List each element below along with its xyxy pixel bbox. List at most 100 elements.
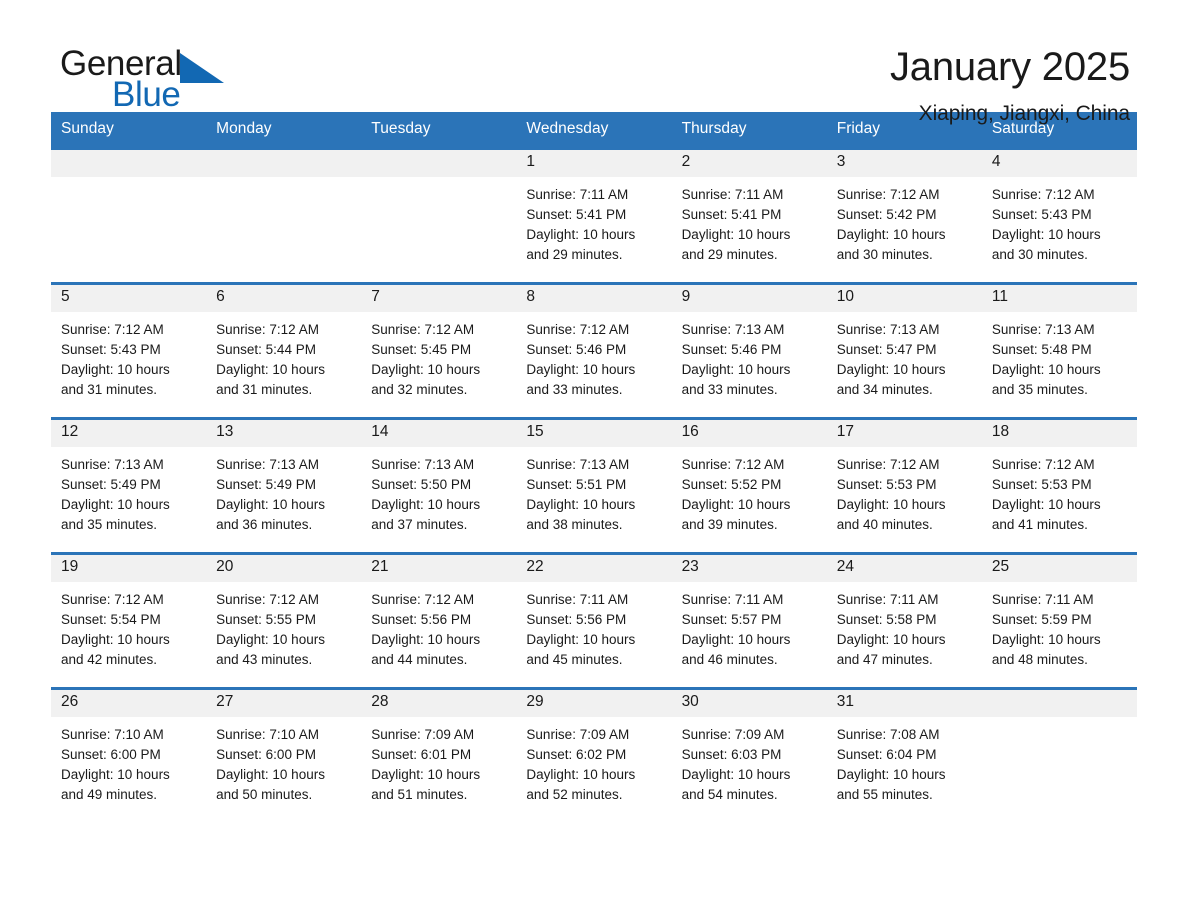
day-sunset-text: Sunset: 5:56 PM: [371, 612, 472, 627]
calendar-day-cell[interactable]: 20 Sunrise: 7:12 AM Sunset: 5:55 PM Dayligh…: [206, 552, 362, 689]
day-daylight-line2-text: and 35 minutes.: [991, 382, 1088, 397]
day-sunset-text: Sunset: 6:00 PM: [216, 747, 316, 762]
title-block: January 2025 Xiaping, Jiangxi, China: [890, 46, 1137, 126]
calendar-day-cell[interactable]: 28 Sunrise: 7:09 AM Sunset: 6:01 PM Dayligh…: [361, 687, 517, 824]
calendar-day-cell[interactable]: 21 Sunrise: 7:12 AM Sunset: 5:56 PM Dayligh…: [361, 552, 517, 689]
day-daylight-line1-text: Daylight: 10 hours: [991, 227, 1101, 242]
day-daylight-line1-text: Daylight: 10 hours: [991, 497, 1101, 512]
day-daylight-line1-text: Daylight: 10 hours: [681, 767, 791, 782]
calendar-day-cell[interactable]: 22 Sunrise: 7:11 AM Sunset: 5:56 PM Dayligh…: [516, 552, 672, 689]
day-number: 23: [671, 555, 827, 582]
calendar-day-cell[interactable]: 26 Sunrise: 7:10 AM Sunset: 6:00 PM Dayligh…: [51, 687, 207, 824]
day-details: Sunrise: 7:12 AM Sunset: 5:45 PM Daylight:…: [361, 312, 516, 400]
day-daylight-line1-text: Daylight: 10 hours: [526, 632, 636, 647]
calendar-day-cell[interactable]: 4 Sunrise: 7:12 AM Sunset: 5:43 PM Daylight…: [981, 147, 1137, 284]
day-daylight-line2-text: and 31 minutes.: [216, 382, 313, 397]
day-details: Sunrise: 7:11 AM Sunset: 5:41 PM Daylight:…: [672, 177, 827, 265]
day-daylight-line1-text: Daylight: 10 hours: [371, 362, 481, 377]
calendar-day-cell[interactable]: 14 Sunrise: 7:13 AM Sunset: 5:50 PM Dayligh…: [361, 417, 517, 554]
calendar-day-cell[interactable]: 8 Sunrise: 7:12 AM Sunset: 5:46 PM Daylight…: [516, 282, 672, 419]
day-sunset-text: Sunset: 5:43 PM: [61, 342, 161, 357]
calendar-day-cell[interactable]: 1 Sunrise: 7:11 AM Sunset: 5:41 PM Daylight…: [516, 147, 672, 284]
calendar-day-cell[interactable]: 2 Sunrise: 7:11 AM Sunset: 5:41 PM Daylight…: [671, 147, 827, 284]
calendar-grid: Sunday Monday Tuesday Wednesday Thursday Frid…: [51, 112, 1137, 824]
calendar-day-cell[interactable]: 9 Sunrise: 7:13 AM Sunset: 5:46 PM Daylight…: [671, 282, 827, 419]
calendar-day-cell[interactable]: 29 Sunrise: 7:09 AM Sunset: 6:02 PM Dayligh…: [516, 687, 672, 824]
day-number: [981, 690, 1137, 717]
day-number: 6: [206, 285, 362, 312]
calendar-day-cell[interactable]: 3 Sunrise: 7:12 AM Sunset: 5:42 PM Daylight…: [826, 147, 982, 284]
calendar-day-cell[interactable]: 19 Sunrise: 7:12 AM Sunset: 5:54 PM Dayligh…: [51, 552, 207, 689]
day-number: 27: [206, 690, 362, 717]
day-sunset-text: Sunset: 5:53 PM: [836, 477, 937, 492]
calendar-day-cell[interactable]: 27 Sunrise: 7:10 AM Sunset: 6:00 PM Dayligh…: [206, 687, 362, 824]
day-details: Sunrise: 7:11 AM Sunset: 5:57 PM Daylight:…: [672, 582, 827, 670]
calendar-day-cell[interactable]: 31 Sunrise: 7:08 AM Sunset: 6:04 PM Dayligh…: [826, 687, 982, 824]
day-sunset-text: Sunset: 5:42 PM: [836, 207, 937, 222]
calendar-day-cell[interactable]: 5 Sunrise: 7:12 AM Sunset: 5:43 PM Daylight…: [51, 282, 207, 419]
day-sunset-text: Sunset: 5:43 PM: [991, 207, 1092, 222]
day-daylight-line2-text: and 52 minutes.: [526, 787, 623, 802]
day-details: Sunrise: 7:09 AM Sunset: 6:02 PM Daylight:…: [516, 717, 671, 805]
calendar-day-cell[interactable]: 30 Sunrise: 7:09 AM Sunset: 6:03 PM Dayligh…: [671, 687, 827, 824]
calendar-day-cell[interactable]: 17 Sunrise: 7:12 AM Sunset: 5:53 PM Dayligh…: [826, 417, 982, 554]
day-details: Sunrise: 7:10 AM Sunset: 6:00 PM Daylight:…: [206, 717, 361, 805]
day-number: [361, 150, 517, 177]
day-sunset-text: Sunset: 5:47 PM: [836, 342, 937, 357]
day-sunset-text: Sunset: 5:53 PM: [991, 477, 1092, 492]
calendar-day-cell[interactable]: 6 Sunrise: 7:12 AM Sunset: 5:44 PM Daylight…: [206, 282, 362, 419]
day-daylight-line1-text: Daylight: 10 hours: [526, 362, 636, 377]
day-number: 19: [51, 555, 207, 582]
day-details: Sunrise: 7:12 AM Sunset: 5:46 PM Daylight:…: [516, 312, 671, 400]
day-sunset-text: Sunset: 5:59 PM: [991, 612, 1092, 627]
calendar-day-cell[interactable]: 12 Sunrise: 7:13 AM Sunset: 5:49 PM Dayligh…: [51, 417, 207, 554]
day-details: Sunrise: 7:13 AM Sunset: 5:50 PM Daylight:…: [361, 447, 516, 535]
day-sunset-text: Sunset: 5:58 PM: [836, 612, 937, 627]
day-number: 13: [206, 420, 362, 447]
calendar-day-cell[interactable]: 25 Sunrise: 7:11 AM Sunset: 5:59 PM Dayligh…: [981, 552, 1137, 689]
calendar-day-cell[interactable]: 23 Sunrise: 7:11 AM Sunset: 5:57 PM Dayligh…: [671, 552, 827, 689]
calendar-day-cell[interactable]: 11 Sunrise: 7:13 AM Sunset: 5:48 PM Dayligh…: [981, 282, 1137, 419]
day-daylight-line2-text: and 33 minutes.: [526, 382, 623, 397]
day-sunset-text: Sunset: 5:44 PM: [216, 342, 316, 357]
calendar-table: Sunday Monday Tuesday Wednesday Thursday Frid…: [51, 112, 1137, 824]
day-details: Sunrise: 7:12 AM Sunset: 5:43 PM Daylight:…: [982, 177, 1137, 265]
calendar-day-cell[interactable]: 15 Sunrise: 7:13 AM Sunset: 5:51 PM Dayligh…: [516, 417, 672, 554]
day-sunset-text: Sunset: 5:54 PM: [61, 612, 161, 627]
calendar-day-cell[interactable]: 7 Sunrise: 7:12 AM Sunset: 5:45 PM Daylight…: [361, 282, 517, 419]
calendar-day-cell[interactable]: 13 Sunrise: 7:13 AM Sunset: 5:49 PM Dayligh…: [206, 417, 362, 554]
calendar-day-cell[interactable]: 16 Sunrise: 7:12 AM Sunset: 5:52 PM Dayligh…: [671, 417, 827, 554]
day-sunrise-text: Sunrise: 7:11 AM: [526, 592, 629, 607]
day-daylight-line1-text: Daylight: 10 hours: [991, 362, 1101, 377]
calendar-day-cell-empty: [361, 147, 517, 284]
day-number: 12: [51, 420, 207, 447]
day-daylight-line2-text: and 30 minutes.: [836, 247, 933, 262]
day-details: Sunrise: 7:13 AM Sunset: 5:46 PM Daylight:…: [672, 312, 827, 400]
calendar-day-cell[interactable]: 24 Sunrise: 7:11 AM Sunset: 5:58 PM Dayligh…: [826, 552, 982, 689]
day-sunrise-text: Sunrise: 7:10 AM: [216, 727, 319, 742]
day-sunrise-text: Sunrise: 7:12 AM: [61, 592, 164, 607]
day-daylight-line2-text: and 54 minutes.: [681, 787, 778, 802]
day-sunrise-text: Sunrise: 7:12 AM: [371, 322, 475, 337]
day-daylight-line2-text: and 43 minutes.: [216, 652, 313, 667]
day-daylight-line2-text: and 32 minutes.: [371, 382, 468, 397]
day-details: Sunrise: 7:13 AM Sunset: 5:48 PM Daylight:…: [982, 312, 1137, 400]
weekday-header-thursday: Thursday: [671, 112, 827, 149]
day-daylight-line2-text: and 40 minutes.: [836, 517, 933, 532]
day-daylight-line1-text: Daylight: 10 hours: [681, 227, 791, 242]
day-sunset-text: Sunset: 5:41 PM: [526, 207, 627, 222]
day-details: Sunrise: 7:12 AM Sunset: 5:42 PM Daylight:…: [827, 177, 982, 265]
calendar-day-cell[interactable]: 10 Sunrise: 7:13 AM Sunset: 5:47 PM Dayligh…: [826, 282, 982, 419]
day-sunrise-text: Sunrise: 7:12 AM: [681, 457, 785, 472]
day-sunset-text: Sunset: 6:03 PM: [681, 747, 782, 762]
day-details: Sunrise: 7:12 AM Sunset: 5:53 PM Daylight:…: [827, 447, 982, 535]
day-number: 17: [826, 420, 982, 447]
day-daylight-line1-text: Daylight: 10 hours: [836, 497, 946, 512]
day-sunrise-text: Sunrise: 7:13 AM: [836, 322, 940, 337]
day-sunrise-text: Sunrise: 7:12 AM: [526, 322, 630, 337]
generalblue-logo[interactable]: General Blue: [51, 46, 311, 112]
calendar-day-cell[interactable]: 18 Sunrise: 7:12 AM Sunset: 5:53 PM Dayligh…: [981, 417, 1137, 554]
day-details: Sunrise: 7:13 AM Sunset: 5:51 PM Daylight:…: [516, 447, 671, 535]
weekday-header-monday: Monday: [206, 112, 362, 149]
day-details: Sunrise: 7:12 AM Sunset: 5:56 PM Daylight:…: [361, 582, 516, 670]
